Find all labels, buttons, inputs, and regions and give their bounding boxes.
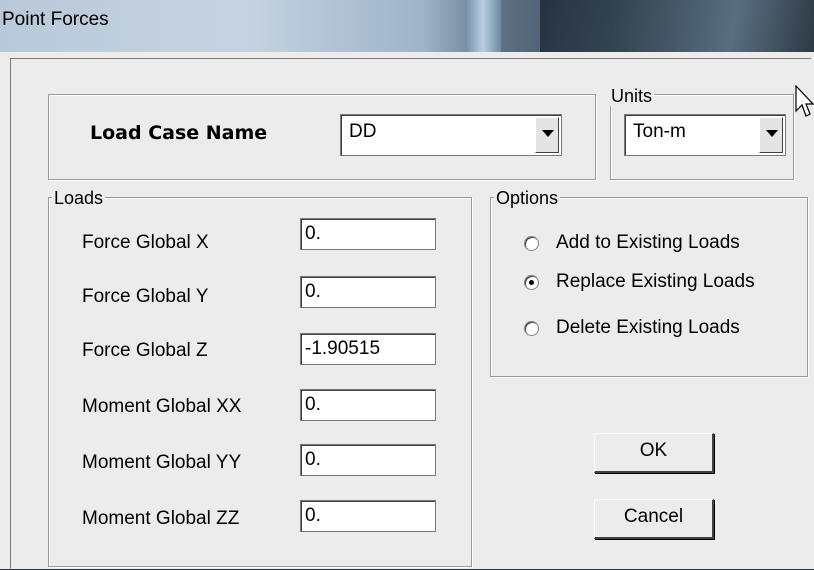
units-legend: Units — [609, 86, 655, 106]
moment-global-zz-label: Moment Global ZZ — [82, 508, 240, 529]
moment-global-zz-value: 0. — [305, 505, 321, 526]
radio-button[interactable] — [524, 321, 539, 336]
load-case-name-label: Load Case Name — [90, 122, 268, 144]
force-global-z-value: -1.90515 — [305, 338, 381, 359]
moment-global-yy-value: 0. — [305, 449, 321, 470]
option-label: Replace Existing Loads — [556, 271, 755, 292]
force-global-x-label: Force Global X — [82, 232, 209, 253]
title-bar[interactable]: Point Forces — [0, 0, 814, 52]
title-bar-background-shade — [540, 0, 814, 52]
window-title: Point Forces — [2, 9, 109, 30]
moment-global-xx-value: 0. — [305, 394, 321, 415]
force-global-x-value: 0. — [305, 223, 321, 244]
options-legend: Options — [494, 188, 561, 208]
force-global-y-label: Force Global Y — [82, 286, 209, 307]
moment-global-yy-input[interactable]: 0. — [300, 444, 436, 476]
cancel-button[interactable]: Cancel — [594, 499, 714, 539]
units-dropdown[interactable]: Ton-m — [624, 114, 786, 156]
moment-global-yy-label: Moment Global YY — [82, 452, 242, 473]
option-label: Add to Existing Loads — [556, 232, 740, 253]
force-global-y-value: 0. — [305, 281, 321, 302]
title-bar-background-streak — [465, 0, 501, 52]
force-global-z-label: Force Global Z — [82, 340, 208, 361]
option-label: Delete Existing Loads — [556, 317, 740, 338]
mouse-pointer-icon — [795, 85, 814, 117]
force-global-x-input[interactable]: 0. — [300, 218, 436, 250]
chevron-down-icon[interactable] — [759, 117, 783, 153]
radio-button[interactable] — [524, 236, 539, 251]
force-global-y-input[interactable]: 0. — [300, 276, 436, 308]
loads-legend: Loads — [52, 188, 106, 208]
moment-global-zz-input[interactable]: 0. — [300, 500, 436, 532]
force-global-z-input[interactable]: -1.90515 — [300, 333, 436, 365]
load-case-value: DD — [349, 121, 377, 142]
moment-global-xx-input[interactable]: 0. — [300, 389, 436, 421]
chevron-down-icon[interactable] — [535, 117, 559, 153]
radio-button[interactable] — [524, 275, 539, 290]
units-value: Ton-m — [633, 121, 686, 142]
moment-global-xx-label: Moment Global XX — [82, 396, 242, 417]
ok-button[interactable]: OK — [594, 433, 714, 473]
load-case-dropdown[interactable]: DD — [340, 114, 562, 156]
